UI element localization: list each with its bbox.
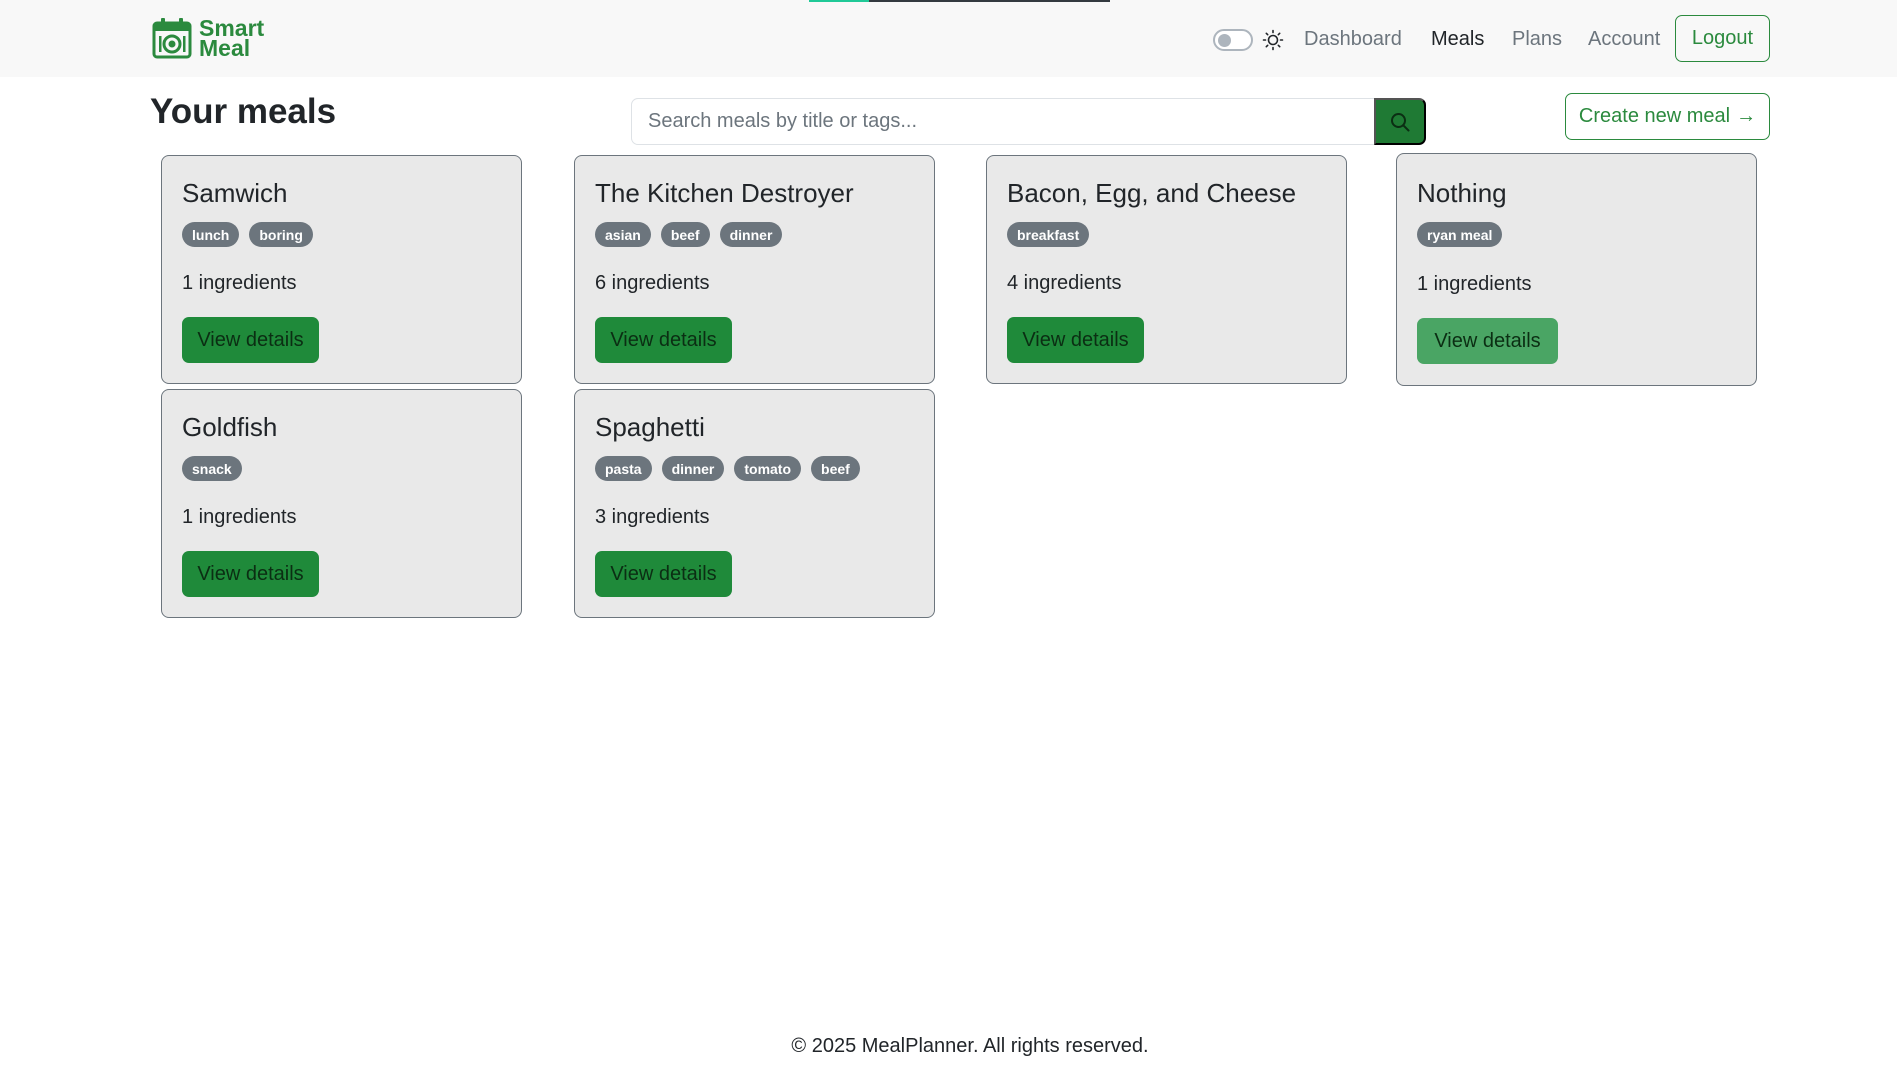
toggle-knob	[1218, 34, 1231, 47]
brand-line2: Meal	[199, 35, 251, 61]
meal-tag: boring	[249, 222, 313, 247]
meal-title: Samwich	[182, 178, 288, 208]
meal-tags: breakfast	[1007, 222, 1090, 247]
view-details-button[interactable]: View details	[1007, 317, 1144, 363]
nav-meals[interactable]: Meals	[1431, 28, 1484, 51]
brand-name: Smart Meal	[199, 17, 264, 61]
ingredient-count: 1 ingredients	[1417, 273, 1532, 295]
page-title: Your meals	[150, 92, 337, 131]
ingredient-count: 6 ingredients	[595, 272, 710, 294]
meal-tag: tomato	[734, 456, 802, 481]
view-details-button[interactable]: View details	[182, 317, 319, 363]
footer-copyright: © 2025 MealPlanner. All rights reserved.	[791, 1035, 1149, 1057]
meal-tag: pasta	[595, 456, 652, 481]
meal-tag: snack	[182, 456, 242, 481]
meal-tags: pasta dinner tomato beef	[595, 456, 860, 481]
loading-bar-track	[869, 0, 1110, 2]
sun-icon	[1262, 29, 1284, 51]
meal-tag: dinner	[719, 222, 783, 247]
loading-bar	[809, 0, 869, 2]
logout-button[interactable]: Logout	[1675, 15, 1770, 62]
ingredient-count: 3 ingredients	[595, 506, 710, 528]
view-details-button[interactable]: View details	[595, 551, 732, 597]
search-icon	[1391, 112, 1410, 131]
arrow-right-icon: →	[1736, 105, 1757, 127]
meal-tags: ryan meal	[1417, 222, 1503, 247]
meal-title: Goldfish	[182, 412, 278, 442]
nav-dashboard[interactable]: Dashboard	[1304, 28, 1402, 51]
brand-logo[interactable]: Smart Meal	[151, 16, 264, 60]
meal-tag: beef	[811, 456, 860, 481]
meal-card: Samwich lunch boring 1 ingredients View …	[161, 155, 522, 384]
view-details-button[interactable]: View details	[182, 551, 319, 597]
calendar-plate-icon	[152, 18, 192, 59]
meal-card: Bacon, Egg, and Cheese breakfast 4 ingre…	[986, 155, 1347, 384]
meal-card: Spaghetti pasta dinner tomato beef 3 ing…	[574, 389, 935, 618]
ingredient-count: 1 ingredients	[182, 506, 297, 528]
meal-card: Nothing ryan meal 1 ingredients View det…	[1396, 153, 1757, 386]
meal-tag: dinner	[661, 456, 725, 481]
meal-tags: snack	[182, 456, 242, 481]
meal-card: Goldfish snack 1 ingredients View detail…	[161, 389, 522, 618]
navbar: Smart Meal Dashboard Meals Plans Account…	[0, 0, 1897, 77]
meal-title: Bacon, Egg, and Cheese	[1007, 178, 1297, 208]
view-details-button[interactable]: View details	[595, 317, 732, 363]
meal-title: The Kitchen Destroyer	[595, 178, 854, 208]
theme-toggle[interactable]	[1213, 29, 1253, 51]
search-button[interactable]	[1374, 98, 1426, 145]
search-placeholder: Search meals by title or tags...	[648, 110, 918, 132]
ingredient-count: 4 ingredients	[1007, 272, 1122, 294]
nav-plans[interactable]: Plans	[1512, 28, 1562, 51]
create-meal-label: Create new meal	[1578, 105, 1731, 127]
meal-tag: lunch	[182, 222, 240, 247]
meal-tag: ryan meal	[1417, 222, 1503, 247]
ingredient-count: 1 ingredients	[182, 272, 297, 294]
nav-account[interactable]: Account	[1588, 28, 1660, 51]
meal-tag: beef	[660, 222, 710, 247]
meal-title: Nothing	[1417, 178, 1507, 208]
meal-tags: asian beef dinner	[595, 222, 783, 247]
view-details-button[interactable]: View details	[1417, 318, 1558, 364]
create-meal-button[interactable]: Create new meal →	[1565, 93, 1770, 140]
meal-tag: breakfast	[1007, 222, 1090, 247]
meal-card: The Kitchen Destroyer asian beef dinner …	[574, 155, 935, 384]
search-input[interactable]: Search meals by title or tags...	[631, 98, 1376, 145]
meal-title: Spaghetti	[595, 412, 705, 442]
meal-tags: lunch boring	[182, 222, 313, 247]
meal-tag: asian	[595, 222, 651, 247]
